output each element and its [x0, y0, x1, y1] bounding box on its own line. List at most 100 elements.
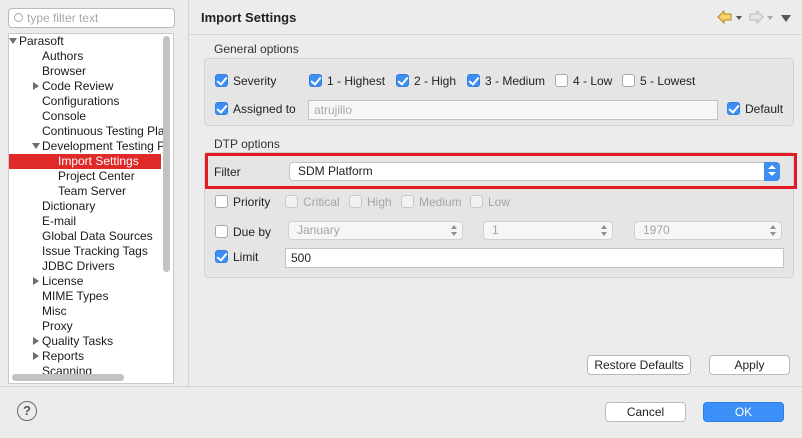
tree-item-label: Misc — [42, 304, 67, 318]
due-year-value: 1970 — [643, 223, 670, 237]
tree-item-misc[interactable]: Misc — [9, 304, 169, 319]
view-menu-icon[interactable] — [781, 15, 791, 22]
tree-item-issue-tracking-tags[interactable]: Issue Tracking Tags — [9, 244, 169, 259]
expanded-twisty-icon[interactable] — [32, 143, 40, 149]
collapsed-twisty-icon[interactable] — [33, 82, 39, 90]
tree-item-import-settings[interactable]: Import Settings — [9, 154, 161, 169]
due-day-select[interactable]: 1 — [483, 221, 613, 240]
tree-item-label: Global Data Sources — [42, 229, 153, 243]
restore-defaults-button[interactable]: Restore Defaults — [587, 355, 691, 375]
tree-item-global-data-sources[interactable]: Global Data Sources — [9, 229, 169, 244]
tree-item-label: Proxy — [42, 319, 73, 333]
priority-medium-checkbox[interactable] — [401, 195, 414, 208]
tree-item-reports[interactable]: Reports — [9, 349, 169, 364]
expanded-twisty-icon[interactable] — [9, 38, 17, 44]
due-day-value: 1 — [492, 223, 499, 237]
limit-input[interactable]: 500 — [285, 248, 784, 268]
severity-3-label: 3 - Medium — [485, 74, 546, 88]
tree-item-label: Reports — [42, 349, 85, 363]
default-label: Default — [745, 102, 784, 116]
select-arrows-icon — [451, 225, 458, 236]
tree-item-authors[interactable]: Authors — [9, 49, 169, 64]
tree-item-label: License — [42, 274, 84, 288]
arrow-right-icon — [749, 9, 764, 25]
tree-item-development-testing-p[interactable]: Development Testing P — [9, 139, 169, 154]
tree-item-parasoft[interactable]: Parasoft — [9, 34, 169, 49]
collapsed-twisty-icon[interactable] — [33, 352, 39, 360]
assigned-to-input[interactable]: atrujillo — [308, 100, 718, 120]
limit-checkbox[interactable] — [215, 250, 228, 263]
tree-item-continuous-testing-pla[interactable]: Continuous Testing Pla — [9, 124, 169, 139]
tree-item-jdbc-drivers[interactable]: JDBC Drivers — [9, 259, 169, 274]
tree-item-dictionary[interactable]: Dictionary — [9, 199, 169, 214]
tree-item-label: Configurations — [42, 94, 120, 108]
back-dropdown-icon[interactable] — [736, 16, 742, 20]
back-button[interactable] — [717, 9, 742, 25]
severity-1-label: 1 - Highest — [327, 74, 386, 88]
tree-item-code-review[interactable]: Code Review — [9, 79, 169, 94]
priority-critical-checkbox[interactable] — [285, 195, 298, 208]
arrow-left-icon — [717, 9, 732, 25]
tree-item-configurations[interactable]: Configurations — [9, 94, 169, 109]
priority-low-checkbox[interactable] — [470, 195, 483, 208]
severity-2-checkbox[interactable] — [396, 74, 409, 87]
tree-item-label: E-mail — [42, 214, 77, 228]
page-title: Import Settings — [201, 10, 297, 25]
due-by-label: Due by — [233, 225, 272, 239]
tree-item-label: Browser — [42, 64, 87, 78]
due-month-value: January — [297, 223, 340, 237]
forward-button[interactable] — [748, 9, 773, 25]
search-icon — [14, 13, 23, 22]
filter-input[interactable] — [27, 10, 167, 26]
tree-item-label: Import Settings — [58, 154, 139, 168]
filter-field[interactable] — [8, 8, 175, 28]
tree-item-label: JDBC Drivers — [42, 259, 115, 273]
priority-high-checkbox[interactable] — [349, 195, 362, 208]
due-year-select[interactable]: 1970 — [634, 221, 782, 240]
severity-2-label: 2 - High — [414, 74, 457, 88]
tree-item-license[interactable]: License — [9, 274, 169, 289]
due-month-select[interactable]: January — [288, 221, 463, 240]
tree-item-e-mail[interactable]: E-mail — [9, 214, 169, 229]
due-by-checkbox[interactable] — [215, 225, 228, 238]
default-checkbox[interactable] — [727, 102, 740, 115]
severity-3-checkbox[interactable] — [467, 74, 480, 87]
tree-vertical-scrollbar[interactable] — [162, 34, 171, 354]
tree-item-proxy[interactable]: Proxy — [9, 319, 169, 334]
help-icon[interactable]: ? — [17, 401, 37, 421]
tree-item-label: Issue Tracking Tags — [42, 244, 148, 258]
tree-item-label: Code Review — [42, 79, 114, 93]
priority-low-label: Low — [488, 195, 511, 209]
tree-item-label: Parasoft — [19, 34, 64, 48]
severity-checkbox[interactable] — [215, 74, 228, 87]
forward-dropdown-icon[interactable] — [767, 16, 773, 20]
tree-item-team-server[interactable]: Team Server — [9, 184, 169, 199]
filter-highlight-box — [205, 153, 797, 189]
tree-item-console[interactable]: Console — [9, 109, 169, 124]
tree-vertical-scroll-thumb[interactable] — [163, 36, 170, 272]
cancel-button[interactable]: Cancel — [605, 402, 686, 422]
collapsed-twisty-icon[interactable] — [33, 277, 39, 285]
tree-item-label: Dictionary — [42, 199, 96, 213]
tree-item-mime-types[interactable]: MIME Types — [9, 289, 169, 304]
assigned-to-checkbox[interactable] — [215, 102, 228, 115]
general-options-title: General options — [214, 42, 299, 56]
severity-4-label: 4 - Low — [573, 74, 613, 88]
apply-button[interactable]: Apply — [709, 355, 790, 375]
preferences-tree[interactable]: Parasoft Authors Browser Code Review Configu… — [8, 33, 174, 384]
tree-horizontal-scroll-thumb[interactable] — [12, 374, 124, 381]
priority-checkbox[interactable] — [215, 195, 228, 208]
tree-item-quality-tasks[interactable]: Quality Tasks — [9, 334, 169, 349]
ok-button[interactable]: OK — [703, 402, 784, 422]
severity-4-checkbox[interactable] — [555, 74, 568, 87]
tree-item-project-center[interactable]: Project Center — [9, 169, 169, 184]
tree-item-label: Team Server — [58, 184, 127, 198]
severity-5-checkbox[interactable] — [622, 74, 635, 87]
severity-1-checkbox[interactable] — [309, 74, 322, 87]
severity-label: Severity — [233, 74, 277, 88]
select-arrows-icon — [601, 225, 608, 236]
priority-critical-label: Critical — [303, 195, 340, 209]
collapsed-twisty-icon[interactable] — [33, 337, 39, 345]
dtp-options-title: DTP options — [214, 137, 280, 151]
tree-item-browser[interactable]: Browser — [9, 64, 169, 79]
